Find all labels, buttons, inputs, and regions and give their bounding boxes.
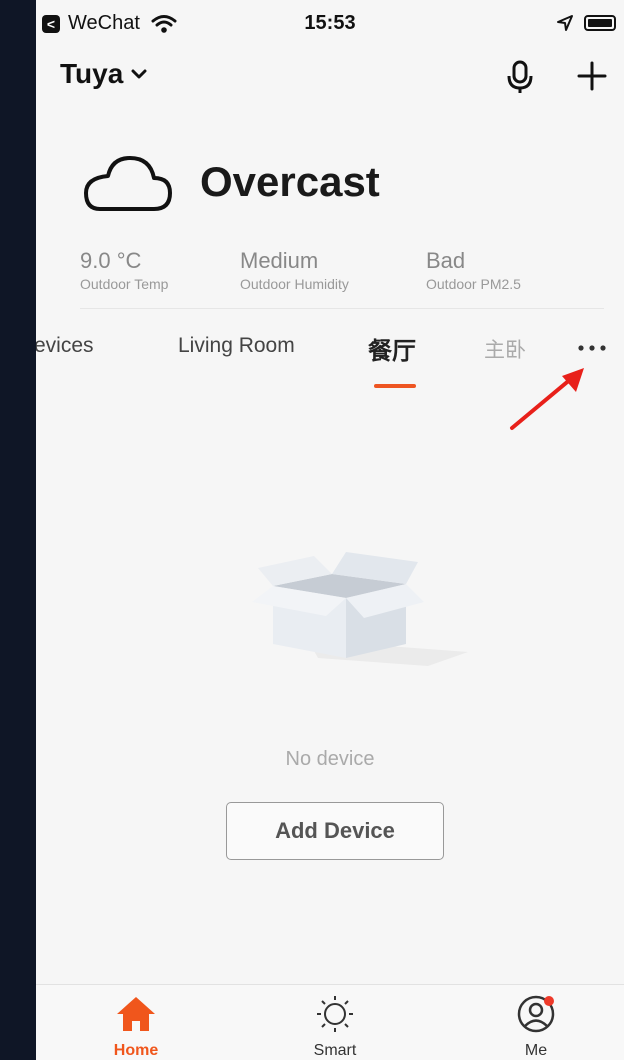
stat-outdoor-pm25: Bad Outdoor PM2.5 <box>426 248 521 292</box>
status-time: 15:53 <box>304 12 356 34</box>
plus-icon[interactable] <box>576 60 608 92</box>
active-tab-indicator <box>374 384 416 388</box>
user-icon <box>517 995 555 1033</box>
location-arrow-icon <box>557 15 573 31</box>
notification-badge <box>544 996 554 1006</box>
more-icon[interactable] <box>576 342 608 354</box>
cloud-icon <box>84 156 172 211</box>
sun-icon <box>317 996 353 1032</box>
empty-box-icon <box>252 552 468 666</box>
weather-condition: Overcast <box>200 158 380 205</box>
phone-screen: < WeChat 15:53 Tuya Overcast 9.0 °C Outd… <box>36 0 624 1060</box>
stat-label: Outdoor PM2.5 <box>426 276 521 292</box>
divider <box>80 308 604 309</box>
chevron-down-icon <box>131 69 147 79</box>
tab-dining-room[interactable]: 餐厅 <box>368 331 416 366</box>
stat-value: Medium <box>240 248 319 273</box>
stat-label: Outdoor Temp <box>80 276 169 292</box>
annotation-arrow-icon <box>510 368 584 430</box>
bottom-nav: Home Smart Me <box>36 984 624 1060</box>
home-icon <box>117 997 155 1031</box>
stat-value: 9.0 °C <box>80 248 142 273</box>
home-name: Tuya <box>60 58 124 89</box>
stat-outdoor-humidity: Medium Outdoor Humidity <box>240 248 349 292</box>
tab-all-devices[interactable]: evices <box>36 334 94 358</box>
nav-home[interactable]: Home <box>76 995 196 1060</box>
stat-value: Bad <box>426 248 466 273</box>
tab-living-room[interactable]: Living Room <box>178 334 295 358</box>
nav-label: Me <box>524 1042 548 1059</box>
tab-master-bedroom[interactable]: 主卧 <box>484 334 526 364</box>
add-device-button[interactable]: Add Device <box>226 802 444 860</box>
status-bar: < WeChat 15:53 <box>36 0 624 50</box>
stat-outdoor-temp: 9.0 °C Outdoor Temp <box>80 248 168 292</box>
microphone-icon[interactable] <box>506 60 534 94</box>
home-selector[interactable]: Tuya <box>60 58 147 90</box>
stat-label: Outdoor Humidity <box>240 276 349 292</box>
nav-label: Home <box>113 1042 159 1059</box>
nav-smart[interactable]: Smart <box>275 995 395 1060</box>
nav-label: Smart <box>313 1042 357 1059</box>
empty-state-message: No device <box>285 748 375 770</box>
nav-me[interactable]: Me <box>476 995 596 1060</box>
battery-icon <box>584 15 616 31</box>
